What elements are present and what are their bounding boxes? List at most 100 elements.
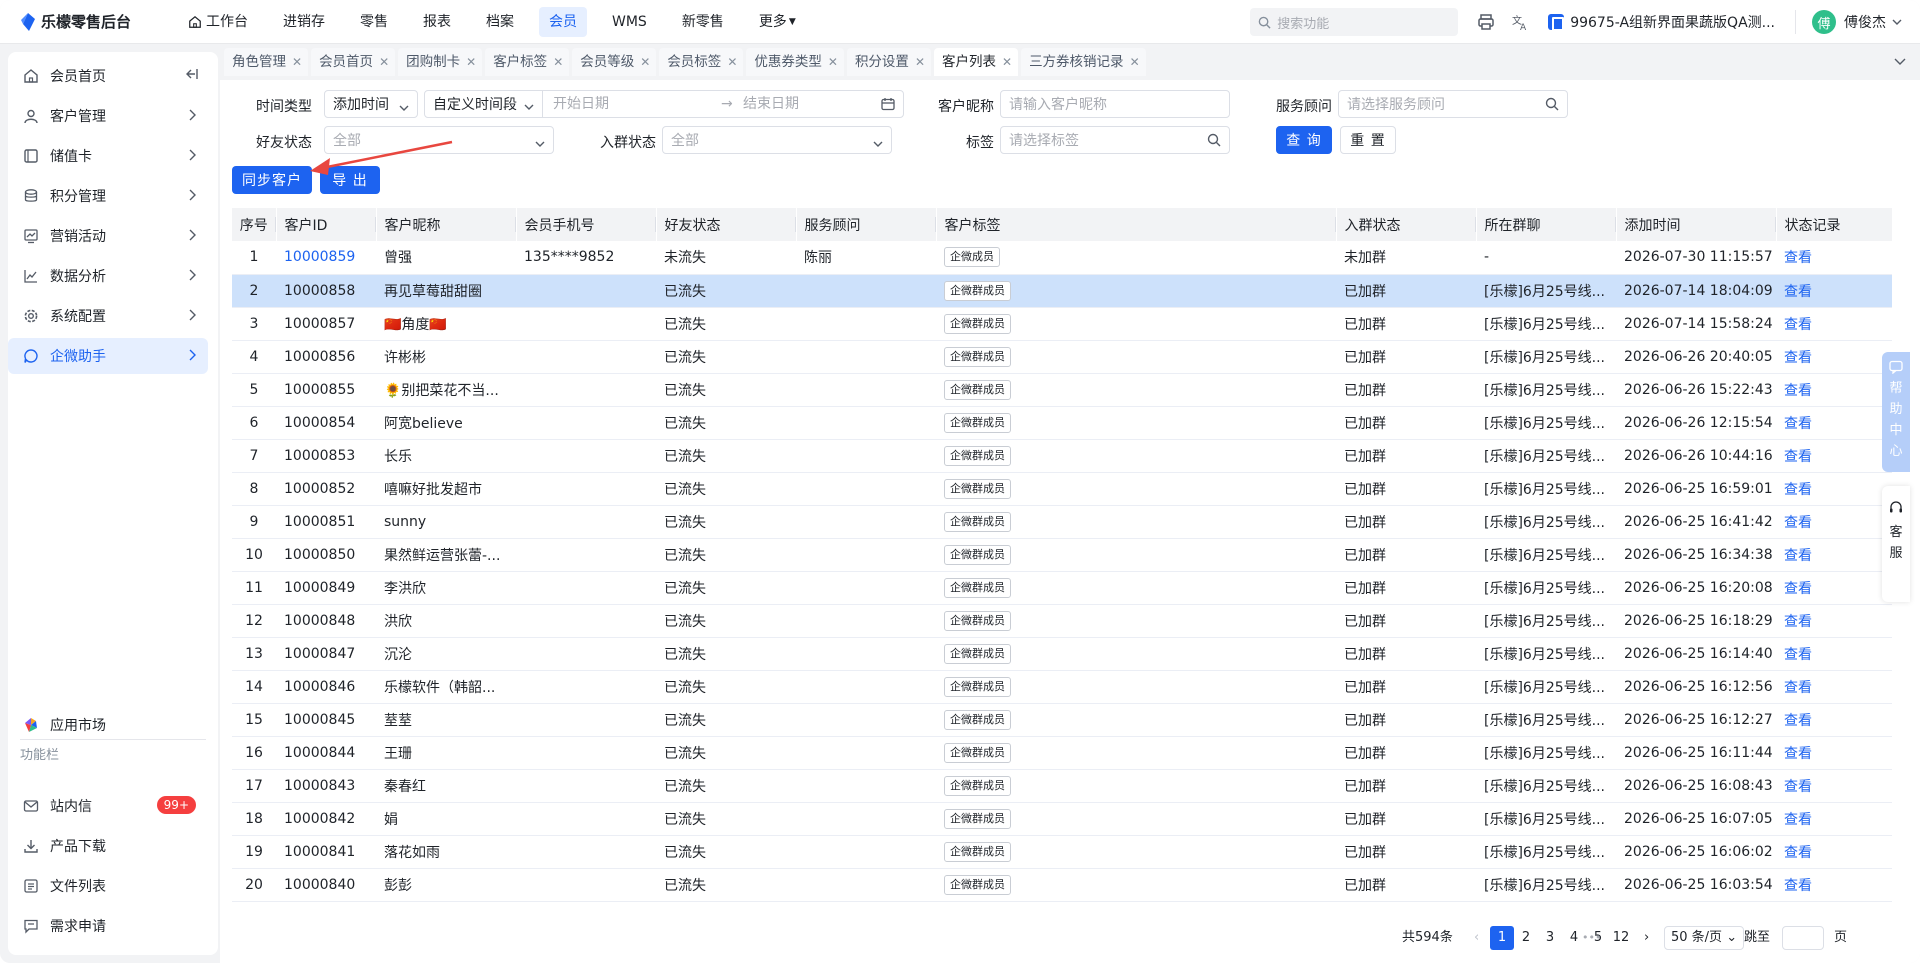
close-icon[interactable]: ✕ [1130,48,1140,76]
sidebar-item-4[interactable]: 营销活动 [8,218,208,254]
nav-item-5[interactable]: 会员 [539,6,587,37]
page-last[interactable]: 12 [1609,926,1633,950]
next-page-icon[interactable]: › [1644,926,1649,950]
table-row[interactable]: 3 10000857 🇨🇳角度🇨🇳 已流失 企微群成员 已加群 [乐檬]6月25号线... 2… [232,307,1892,341]
close-icon[interactable]: ✕ [915,48,925,76]
jump-page-input[interactable] [1782,926,1824,950]
page-1[interactable]: 1 [1490,926,1514,950]
customer-id-link[interactable]: 10000859 [284,249,355,265]
table-row[interactable]: 11 10000849 李洪欣 已流失 企微群成员 已加群 [乐檬]6月25号线... 202… [232,571,1892,605]
table-row[interactable]: 16 10000844 王珊 已流失 企微群成员 已加群 [乐檬]6月25号线... 2026… [232,736,1892,770]
sync-customers-button[interactable]: 同步客户 [232,166,312,194]
view-link[interactable]: 查看 [1784,647,1812,663]
table-row[interactable]: 20 10000840 彭彭 已流失 企微群成员 已加群 [乐檬]6月25号线... 2026… [232,868,1892,902]
page-2[interactable]: 2 [1514,926,1538,950]
close-icon[interactable]: ✕ [553,48,563,76]
nav-item-8[interactable]: 更多 ▼ [749,7,806,37]
close-icon[interactable]: ✕ [640,48,650,76]
tabs-more-icon[interactable] [1894,54,1906,70]
sidebar-item-1[interactable]: 客户管理 [8,98,208,134]
sidebar-tool-2[interactable]: 文件列表 [8,868,208,904]
view-link[interactable]: 查看 [1784,350,1812,366]
collapse-sidebar-icon[interactable] [184,68,198,84]
view-link[interactable]: 查看 [1784,482,1812,498]
tab-0[interactable]: 角色管理 ✕ [224,48,309,76]
view-link[interactable]: 查看 [1784,250,1812,266]
sidebar-item-5[interactable]: 数据分析 [8,258,208,294]
tab-4[interactable]: 会员等级 ✕ [572,48,657,76]
sidebar-item-7[interactable]: 企微助手 [8,338,208,374]
close-icon[interactable]: ✕ [727,48,737,76]
friend-status-select[interactable]: 全部 [324,126,554,154]
user-menu[interactable]: 傅 傅俊杰 [1795,10,1902,34]
sidebar-item-6[interactable]: 系统配置 [8,298,208,334]
table-row[interactable]: 6 10000854 阿宽believe 已流失 企微群成员 已加群 [乐檬]6月25号线.… [232,406,1892,440]
nickname-input[interactable]: 请输入客户昵称 [1000,90,1230,118]
close-icon[interactable]: ✕ [379,48,389,76]
tab-1[interactable]: 会员首页 ✕ [311,48,396,76]
print-icon[interactable] [1472,8,1500,36]
table-row[interactable]: 13 10000847 沉沦 已流失 企微群成员 已加群 [乐檬]6月25号线... 2026… [232,637,1892,671]
sidebar-item-2[interactable]: 储值卡 [8,138,208,174]
tab-5[interactable]: 会员标签 ✕ [659,48,744,76]
table-row[interactable]: 7 10000853 长乐 已流失 企微群成员 已加群 [乐檬]6月25号线... 2026-… [232,439,1892,473]
view-link[interactable]: 查看 [1784,449,1812,465]
sidebar-tool-1[interactable]: 产品下载 [8,828,208,864]
table-row[interactable]: 5 10000855 🌻别把菜花不当... 已流失 企微群成员 已加群 [乐檬]6月25号线… [232,373,1892,407]
view-link[interactable]: 查看 [1784,383,1812,399]
calendar-icon[interactable] [881,97,895,115]
nav-item-0[interactable]: 工作台 [178,7,258,37]
end-date-input[interactable]: 结束日期 [743,91,799,117]
view-link[interactable]: 查看 [1784,878,1812,894]
sidebar-tool-0[interactable]: 站内信 99+ [8,788,208,824]
customer-service-tab[interactable]: 客服 [1882,486,1910,602]
view-link[interactable]: 查看 [1784,515,1812,531]
sidebar-item-app-market[interactable]: 应用市场 [8,707,208,743]
close-icon[interactable]: ✕ [828,48,838,76]
sidebar-tool-3[interactable]: 需求申请 [8,908,208,944]
table-row[interactable]: 9 10000851 sunny 已流失 企微群成员 已加群 [乐檬]6月25号线... 20… [232,505,1892,539]
help-center-tab[interactable]: 帮助中心 [1882,352,1910,472]
query-button[interactable]: 查 询 [1276,126,1332,154]
period-select[interactable]: 自定义时间段 [425,91,543,117]
group-status-select[interactable]: 全部 [662,126,892,154]
table-row[interactable]: 15 10000845 荎荎 已流失 企微群成员 已加群 [乐檬]6月25号线... 2026… [232,703,1892,737]
tag-select[interactable]: 请选择标签 [1000,126,1230,154]
tab-2[interactable]: 团购制卡 ✕ [398,48,483,76]
table-row[interactable]: 2 10000858 再见草莓甜甜圈 已流失 企微群成员 已加群 [乐檬]6月25号线...… [232,274,1892,308]
view-link[interactable]: 查看 [1784,614,1812,630]
start-date-input[interactable]: 开始日期 [553,91,609,117]
tab-8[interactable]: 客户列表 ✕ [934,48,1019,76]
prev-page-icon[interactable]: ‹ [1474,926,1479,950]
view-link[interactable]: 查看 [1784,779,1812,795]
nav-item-7[interactable]: 新零售 [672,7,734,37]
export-button[interactable]: 导 出 [320,166,380,194]
time-type-select[interactable]: 添加时间 [324,90,418,118]
table-row[interactable]: 19 10000841 落花如雨 已流失 企微群成员 已加群 [乐檬]6月25号线... 20… [232,835,1892,869]
advisor-select[interactable]: 请选择服务顾问 [1338,90,1568,118]
table-row[interactable]: 8 10000852 嘻嘛好批发超市 已流失 企微群成员 已加群 [乐檬]6月25号线...… [232,472,1892,506]
close-icon[interactable]: ✕ [292,48,302,76]
tab-3[interactable]: 客户标签 ✕ [485,48,570,76]
view-link[interactable]: 查看 [1784,416,1812,432]
sidebar-item-3[interactable]: 积分管理 [8,178,208,214]
table-row[interactable]: 1 10000859 曾强 135****9852 未流失 陈丽 企微成员 未加群 -2026-… [232,241,1892,275]
close-icon[interactable]: ✕ [466,48,476,76]
tab-9[interactable]: 三方券核销记录 ✕ [1021,48,1146,76]
view-link[interactable]: 查看 [1784,581,1812,597]
store-selector[interactable]: 99675-A组新界面果蔬版QA测... [1548,12,1775,32]
nav-item-4[interactable]: 档案 [476,7,524,37]
nav-item-2[interactable]: 零售 [350,7,398,37]
view-link[interactable]: 查看 [1784,713,1812,729]
nav-item-6[interactable]: WMS [602,7,657,37]
translate-icon[interactable]: 文A [1506,8,1534,36]
view-link[interactable]: 查看 [1784,680,1812,696]
table-row[interactable]: 18 10000842 娟 已流失 企微群成员 已加群 [乐檬]6月25号线... 2026-… [232,802,1892,836]
nav-item-1[interactable]: 进销存 [273,7,335,37]
reset-button[interactable]: 重 置 [1340,126,1396,154]
view-link[interactable]: 查看 [1784,284,1812,300]
page-ellipsis[interactable]: ••• [1582,926,1601,950]
tab-6[interactable]: 优惠券类型 ✕ [746,48,844,76]
view-link[interactable]: 查看 [1784,845,1812,861]
tab-7[interactable]: 积分设置 ✕ [846,48,931,76]
